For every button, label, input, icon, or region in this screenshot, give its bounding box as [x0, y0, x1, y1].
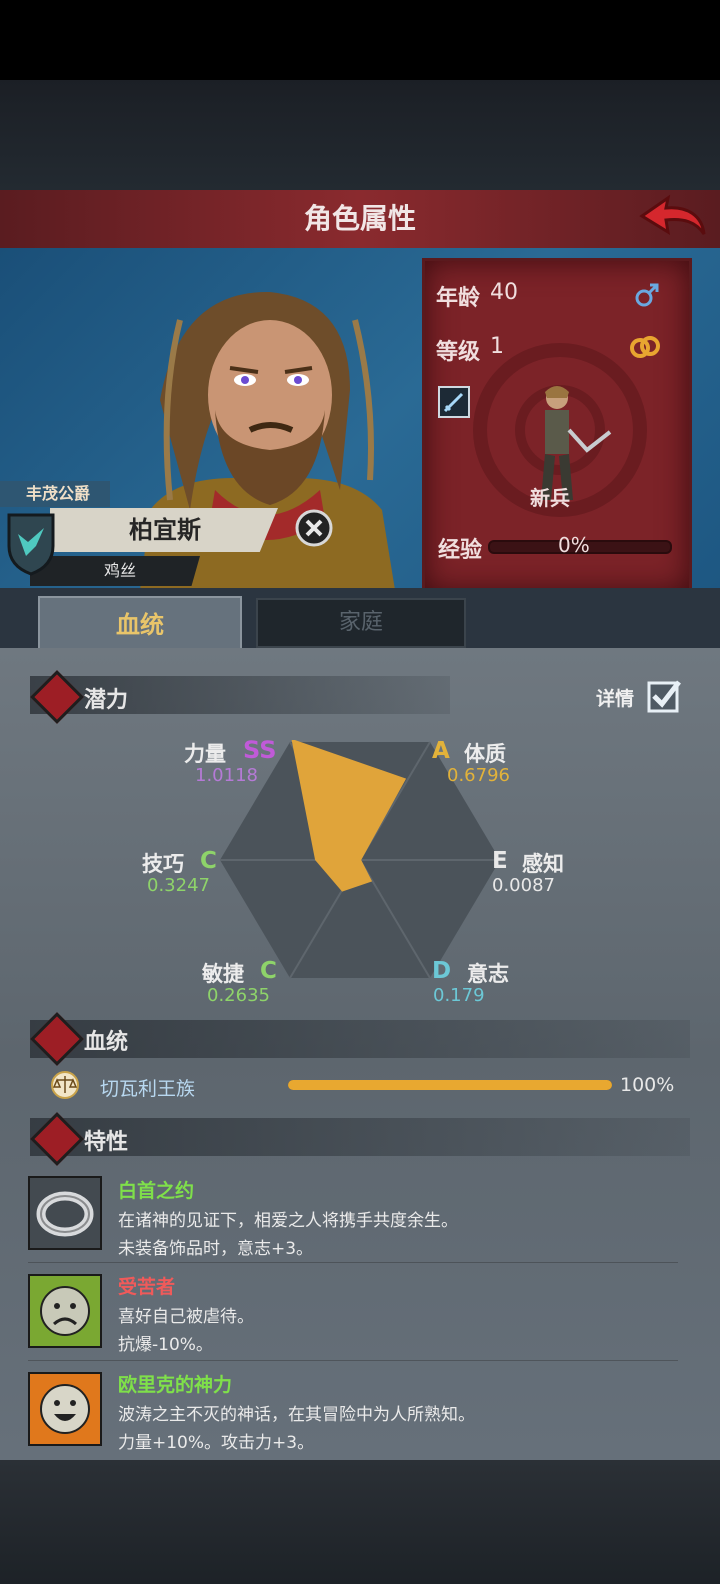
happy-face-icon [28, 1372, 102, 1446]
stat-grade-skill: C [200, 848, 217, 874]
exp-label: 经验 [438, 538, 483, 563]
level-label: 等级 [436, 340, 481, 365]
close-icon[interactable] [294, 508, 334, 548]
trait-description: 波涛之主不灭的神话，在其冒险中为人所熟知。 [118, 1405, 475, 1425]
ring-icon [28, 1176, 102, 1250]
stat-name-agility: 敏捷 [202, 962, 244, 986]
stat-value-agility: 0.2635 [207, 985, 270, 1006]
stat-value-willpower: 0.179 [433, 985, 485, 1006]
stat-name-constitution: 体质 [464, 742, 506, 766]
bloodline-title: 血统 [84, 1030, 129, 1055]
trait-effect: 力量+10%。攻击力+3。 [118, 1433, 315, 1453]
trait-description: 在诸神的见证下，相爱之人将携手共度余生。 [118, 1211, 458, 1231]
stat-name-perception: 感知 [522, 852, 564, 876]
male-icon [635, 283, 659, 307]
traits-section-bar [30, 1118, 690, 1156]
stat-value-skill: 0.3247 [147, 875, 210, 896]
class-name: 新兵 [530, 486, 570, 510]
stat-name-skill: 技巧 [142, 852, 184, 876]
bloodline-bar [288, 1080, 612, 1090]
rings-icon [630, 336, 660, 358]
bloodline-section-bar [30, 1020, 690, 1058]
trait-divider [28, 1262, 678, 1263]
stat-grade-willpower: D [432, 958, 452, 984]
sad-face-icon [28, 1274, 102, 1348]
trait-name: 欧里克的神力 [118, 1374, 233, 1396]
stat-grade-constitution: A [432, 738, 450, 764]
back-arrow-icon[interactable] [638, 194, 708, 244]
exp-percent: 0% [558, 533, 590, 557]
detail-label: 详情 [596, 688, 635, 710]
heraldry-shield-icon [7, 513, 55, 576]
scales-icon [51, 1071, 79, 1099]
title-tag: 丰茂公爵 [0, 481, 110, 507]
dagger-weapon-icon [438, 386, 470, 418]
trait-divider [28, 1360, 678, 1361]
detail-checkbox[interactable] [646, 678, 682, 714]
trait-name: 受苦者 [118, 1276, 176, 1298]
bloodline-name: 切瓦利王族 [100, 1078, 196, 1100]
character-subtitle: 鸡丝 [103, 561, 136, 580]
stat-name-strength: 力量 [184, 742, 226, 766]
trait-description: 喜好自己被虐待。 [118, 1307, 254, 1327]
tab-family[interactable]: 家庭 [256, 598, 466, 648]
stat-name-willpower: 意志 [467, 962, 509, 986]
stat-grade-strength: SS [243, 736, 277, 764]
potential-title: 潜力 [84, 688, 129, 713]
character-name: 柏宜斯 [129, 516, 201, 544]
level-value: 1 [490, 334, 504, 359]
traits-title: 特性 [84, 1130, 129, 1155]
tab-bloodline[interactable]: 血统 [38, 596, 242, 652]
stat-value-perception: 0.0087 [492, 875, 555, 896]
trait-effect: 抗爆-10%。 [118, 1335, 213, 1355]
stat-value-strength: 1.0118 [195, 765, 258, 786]
page-title: 角色属性 [303, 202, 416, 235]
bloodline-percent: 100% [620, 1074, 675, 1096]
bottom-band [0, 1460, 720, 1584]
trait-name: 白首之约 [118, 1180, 195, 1202]
top-band [0, 80, 720, 190]
age-label: 年龄 [436, 286, 481, 311]
age-value: 40 [490, 280, 518, 305]
stat-value-constitution: 0.6796 [447, 765, 510, 786]
stat-grade-perception: E [492, 848, 508, 874]
stat-grade-agility: C [260, 958, 277, 984]
trait-effect: 未装备饰品时，意志+3。 [118, 1239, 314, 1259]
